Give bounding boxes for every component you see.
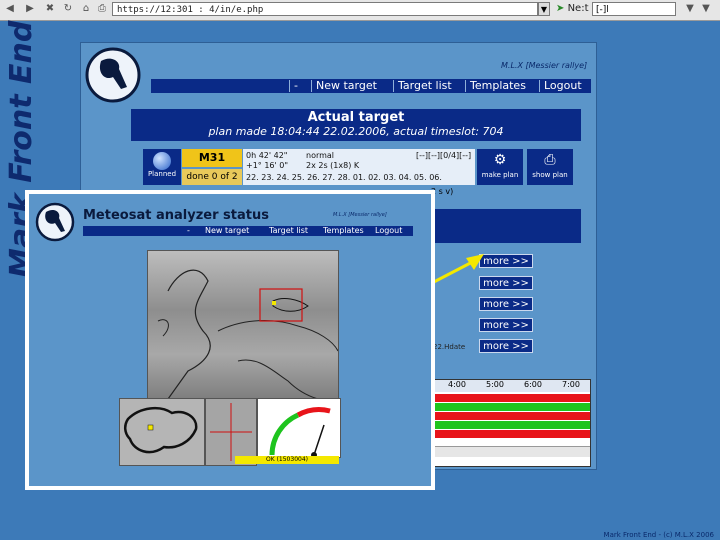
- go-button[interactable]: ➤ Ne:t: [556, 2, 589, 16]
- nav-collapse-button[interactable]: -: [289, 80, 303, 92]
- object-name: M31: [182, 149, 242, 167]
- footer-credit: Mark Front End - (c) M.L.X 2006: [603, 531, 714, 539]
- inset-title: Meteosat analyzer status: [83, 208, 269, 223]
- planned-status: Planned: [143, 149, 181, 185]
- inset-nav-target-list[interactable]: Target list: [269, 226, 308, 236]
- hidden-blue-box: [421, 209, 581, 243]
- schedule-table: 4:00 5:00 6:00 7:00: [427, 379, 591, 467]
- small-note: 22.Hdate: [433, 343, 466, 351]
- search-field[interactable]: [-]l: [592, 2, 676, 16]
- time-7: 7:00: [562, 380, 580, 389]
- show-plan-button[interactable]: ⎙ show plan: [527, 149, 573, 185]
- plan-line: plan made 18:04:44 22.02.2006, actual ti…: [208, 125, 504, 138]
- go-label: Ne:t: [567, 3, 589, 14]
- forward-icon[interactable]: ▶: [24, 3, 36, 15]
- gauge-panel: [257, 398, 341, 458]
- comet-logo-icon: [85, 47, 141, 103]
- bin-value: [--][--][0/4][--]: [416, 151, 472, 160]
- show-plan-label: show plan: [532, 171, 568, 179]
- country-outline: [124, 406, 198, 454]
- schedule-row-red-1: [428, 394, 590, 402]
- inset-nav-bar: - New target Target list Templates Logou…: [83, 226, 413, 236]
- inset-nav-templates[interactable]: Templates: [323, 226, 364, 236]
- mode-value: normal: [306, 151, 335, 160]
- exposure-value: 2x 2s (1x8) K: [306, 161, 360, 170]
- inset-screenshot: Meteosat analyzer status M.L.X [Messier …: [25, 190, 435, 490]
- home-icon[interactable]: ⌂: [80, 3, 92, 15]
- schedule-header: 4:00 5:00 6:00 7:00: [428, 380, 590, 392]
- print-icon[interactable]: ⎙: [96, 3, 108, 15]
- menu-icon-2[interactable]: ▼: [700, 3, 712, 15]
- more-button-5[interactable]: more >>: [479, 339, 533, 353]
- go-arrow-icon: ➤: [556, 3, 565, 14]
- nav-new-target[interactable]: New target: [311, 80, 387, 92]
- schedule-row-green-1: [428, 403, 590, 411]
- browser-toolbar: ◀ ▶ ✖ ↻ ⌂ ⎙ https://12:301 : 4/in/e.php …: [0, 0, 720, 21]
- back-icon[interactable]: ◀: [4, 3, 16, 15]
- refresh-icon[interactable]: ↻: [62, 3, 74, 15]
- inset-nav-new-target[interactable]: New target: [205, 226, 249, 236]
- inset-nav-collapse[interactable]: -: [187, 226, 190, 236]
- done-text: done 0 of 2: [182, 169, 242, 185]
- address-dropdown-icon[interactable]: ▼: [538, 2, 550, 16]
- slots-value: 22. 23. 24. 25. 26. 27. 28. 01. 02. 03. …: [246, 173, 442, 182]
- schedule-row-red-2: [428, 412, 590, 420]
- inset-subtitle: M.L.X [Messier rallye]: [333, 212, 387, 218]
- nav-logout[interactable]: Logout: [539, 80, 589, 92]
- planned-label: Planned: [147, 170, 177, 178]
- gauge-icon: [269, 407, 331, 458]
- inset-side-number: 06: [433, 232, 435, 242]
- inset-nav-logout[interactable]: Logout: [375, 226, 402, 236]
- gears-icon: ⚙: [493, 152, 507, 168]
- schedule-scrollbar[interactable]: [428, 446, 590, 457]
- inset-comet-logo-icon: [35, 202, 75, 242]
- map-coastlines: [157, 269, 339, 400]
- time-5: 5:00: [486, 380, 504, 389]
- ra-value: 0h 42' 42": [246, 151, 288, 160]
- make-plan-button[interactable]: ⚙ make plan: [477, 149, 523, 185]
- time-6: 6:00: [524, 380, 542, 389]
- schedule-row-green-2: [428, 421, 590, 429]
- nav-target-list[interactable]: Target list: [393, 80, 459, 92]
- main-subtitle: M.L.X [Messier rallye]: [501, 61, 588, 70]
- main-nav-bar: - New target Target list Templates Logou…: [151, 79, 591, 93]
- schedule-row-red-3: [428, 430, 590, 438]
- dec-value: +1° 16' 0": [246, 161, 289, 170]
- satellite-map: [147, 250, 339, 400]
- country-zoom-map: [119, 398, 205, 466]
- status-ok-bar: OK (1503004): [235, 456, 339, 464]
- actual-target-box: Actual target plan made 18:04:44 22.02.2…: [131, 109, 581, 141]
- stop-icon[interactable]: ✖: [44, 3, 56, 15]
- time-4: 4:00: [448, 380, 466, 389]
- nav-templates[interactable]: Templates: [465, 80, 533, 92]
- actual-target-title: Actual target: [307, 110, 405, 125]
- address-bar[interactable]: https://12:301 : 4/in/e.php: [112, 2, 538, 16]
- menu-icon[interactable]: ▼: [684, 3, 696, 15]
- planet-icon: [153, 152, 171, 170]
- printer-icon: ⎙: [544, 152, 556, 168]
- make-plan-label: make plan: [481, 171, 519, 179]
